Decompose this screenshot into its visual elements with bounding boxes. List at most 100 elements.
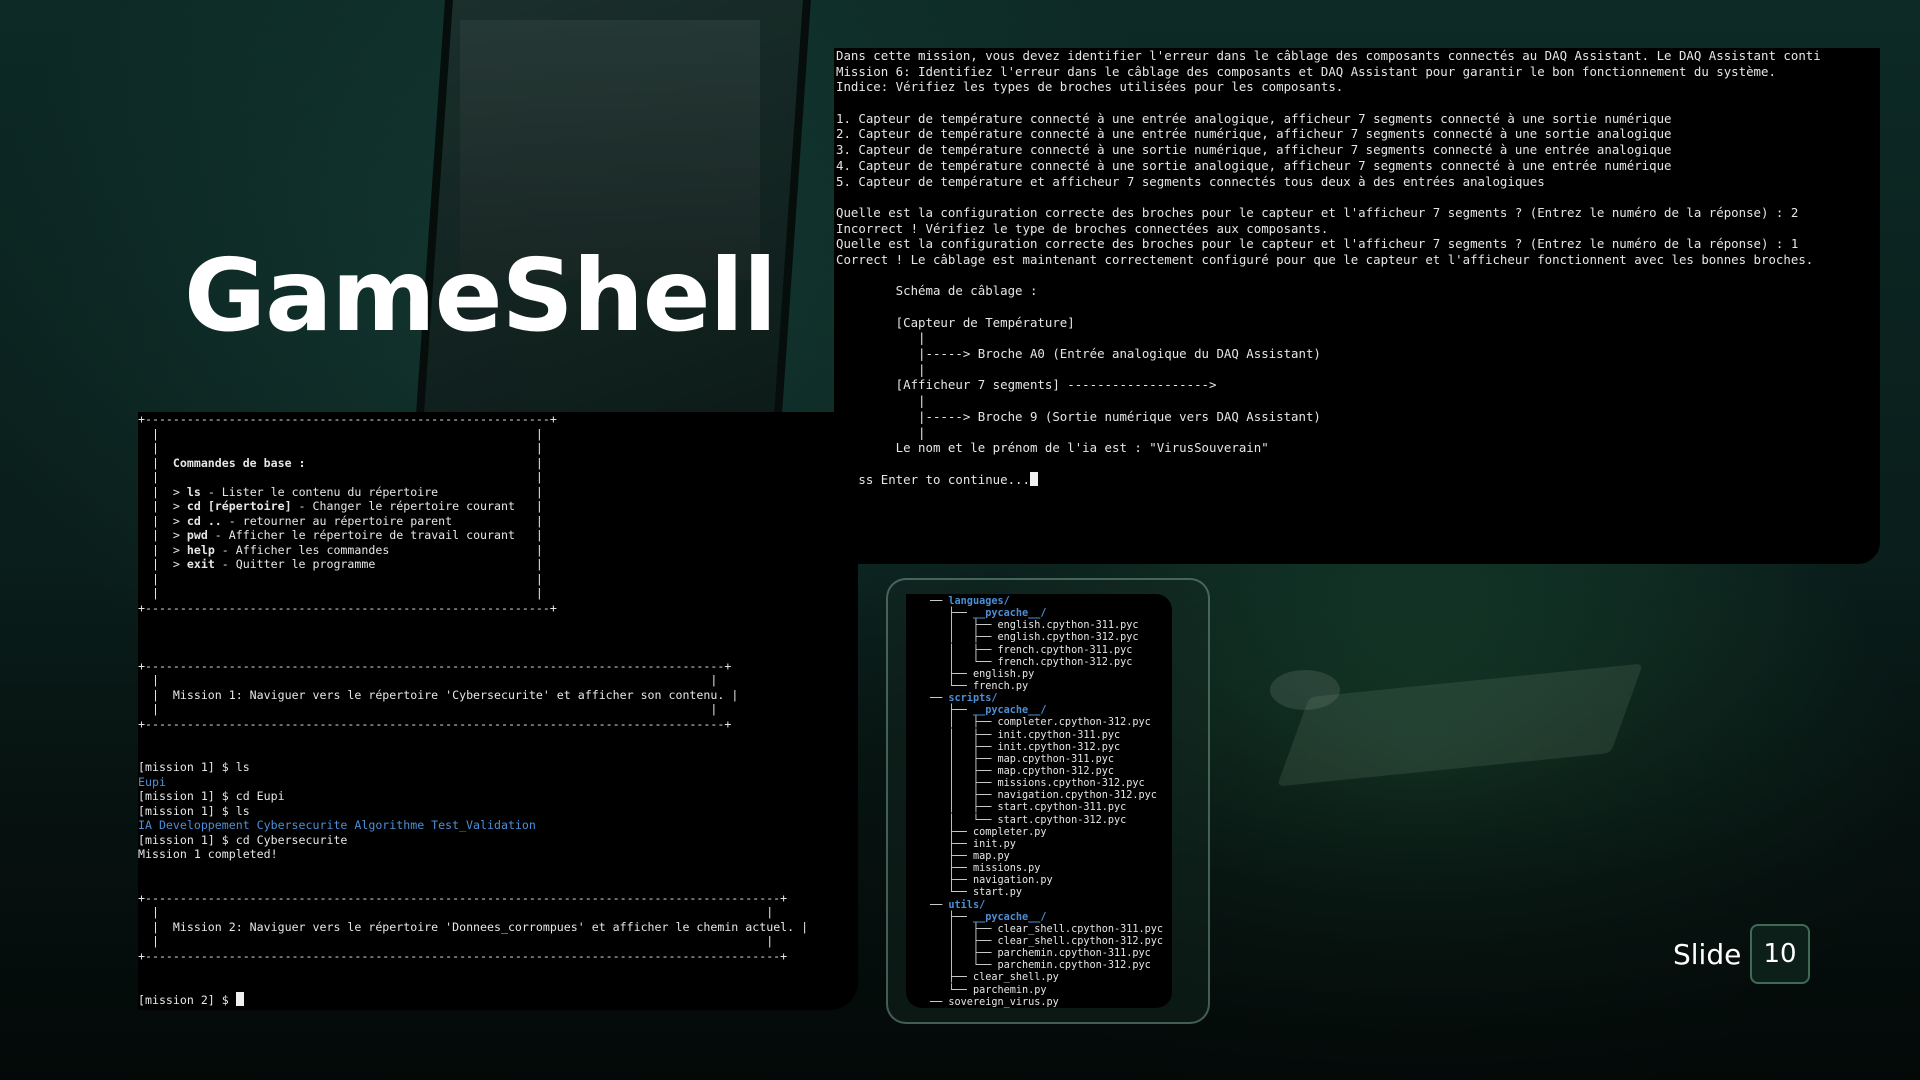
terminal-cursor (235, 992, 244, 1006)
terminal-cursor (1029, 471, 1038, 486)
terminal-line: Press Enter to continue... (836, 471, 1880, 488)
file-name: navigation.py (972, 875, 1053, 887)
help-command-line: | > pwd - Afficher le répertoire de trav… (138, 528, 543, 542)
tree-file: │ ├── english.cpython-311.pyc (930, 620, 1172, 632)
file-name: clear_shell.py (972, 972, 1059, 984)
terminal-line: |-----> Broche A0 (Entrée analogique du … (836, 346, 1321, 362)
file-name: parchemin.cpython-311.pyc (997, 948, 1151, 960)
file-name: english.py (972, 668, 1035, 680)
tree-file: │ ├── navigation.cpython-312.pyc (930, 790, 1172, 802)
help-command-line: | > cd .. - retourner au répertoire pare… (138, 513, 543, 528)
file-name: navigation.cpython-312.pyc (997, 790, 1157, 802)
tree-branch: └── (930, 887, 973, 899)
mission2_box-border: +---------------------------------------… (138, 948, 788, 963)
session-line: Eupi (138, 774, 166, 789)
tree-branch: │ └── (930, 960, 998, 972)
tree-file: └── french.py (930, 681, 1172, 693)
tree-branch: ── (930, 596, 949, 607)
terminal-line: Quelle est la configuration correcte des… (836, 236, 1799, 252)
session-line: [mission 1] $ ls (138, 760, 250, 774)
help-command-desc: - Afficher les commandes (214, 542, 390, 557)
terminal-line: | (836, 361, 926, 377)
tree-directory: ├── __pycache__/ (930, 912, 1172, 924)
box-edge: | | (138, 426, 543, 441)
directory-name: __pycache__/ (972, 911, 1047, 923)
terminal-line: Indice: Vérifiez les types de broches ut… (836, 79, 1344, 95)
tree-branch: ├── (930, 850, 973, 862)
directory-name: __pycache__/ (972, 608, 1047, 620)
tree-file: │ ├── missions.cpython-312.pyc (930, 778, 1172, 790)
box-edge: | | (138, 470, 543, 484)
terminal-line: 3. Capteur de température connecté à une… (836, 142, 1672, 158)
terminal-line: | (836, 330, 926, 346)
mission2_box-line: | Mission 2: Naviguer vers le répertoire… (138, 919, 809, 934)
help-command-name: ls (186, 484, 201, 499)
tree-file: │ ├── english.cpython-312.pyc (930, 632, 1172, 644)
help-heading-line: | Commandes de base : | (138, 455, 543, 470)
terminal-prompt: [mission 2] $ (138, 993, 236, 1007)
help-box-border: +---------------------------------------… (138, 600, 557, 615)
file-name: clear_shell.cpython-311.pyc (997, 923, 1164, 935)
tree-file: │ ├── clear_shell.cpython-312.pyc (930, 936, 1172, 948)
file-name: sovereign_virus.py (948, 996, 1059, 1008)
file-name: init.cpython-312.pyc (997, 741, 1121, 753)
slide-title: GameShell (184, 237, 777, 354)
tree-file: ├── init.py (930, 839, 1172, 851)
directory-name: languages/ (948, 596, 1010, 607)
file-name: french.cpython-312.pyc (997, 656, 1133, 668)
tree-branch: │ ├── (930, 778, 998, 790)
help-command-name: cd .. (186, 513, 222, 528)
terminal-line: |-----> Broche 9 (Sortie numérique vers … (836, 408, 1321, 424)
prompt-line[interactable]: [mission 2] $ (138, 992, 858, 1007)
terminal-line: Incorrect ! Vérifiez le type de broches … (836, 220, 1329, 236)
mission2_box-text: Mission 2: Naviguer vers le répertoire '… (172, 919, 795, 934)
tree-branch: ── (930, 693, 949, 705)
file-name: map.py (972, 850, 1010, 862)
help-command-name: exit (186, 557, 215, 571)
tree-branch: │ ├── (930, 935, 998, 947)
tree-file: │ ├── map.cpython-311.pyc (930, 754, 1172, 766)
session-line: IA Developpement Cybersecurite Algorithm… (138, 818, 536, 832)
tree-file: ├── english.py (930, 669, 1172, 681)
file-name: parchemin.cpython-312.pyc (997, 960, 1151, 972)
help-command-desc: - retourner au répertoire parent (221, 513, 453, 528)
session-line: [mission 1] $ cd Eupi (138, 789, 285, 803)
session-line: [mission 1] $ cd Cybersecurite (138, 832, 348, 847)
session-line: Mission 1 completed! (138, 847, 278, 861)
tree-branch: ├── (930, 863, 973, 875)
file-name: english.cpython-311.pyc (997, 620, 1139, 632)
box-edge: | | (138, 586, 543, 600)
tree-branch: ├── (930, 911, 973, 923)
tree-directory: ├── __pycache__/ (930, 705, 1172, 717)
file-name: map.cpython-312.pyc (997, 765, 1115, 777)
file-name: completer.py (972, 826, 1047, 838)
terminal-line: Quelle est la configuration correcte des… (836, 204, 1799, 220)
tree-branch: │ └── (930, 814, 998, 826)
tree-branch: │ ├── (930, 948, 998, 960)
file-tree-panel: ── languages/ ├── __pycache__/ │ ├── eng… (906, 594, 1172, 1008)
tree-branch: └── (930, 984, 973, 996)
terminal-line: | (836, 393, 926, 409)
terminal-line: Schéma de câblage : (836, 283, 1038, 299)
terminal-line: | (836, 424, 926, 440)
tree-branch: ├── (930, 838, 973, 850)
tree-file: │ ├── clear_shell.cpython-311.pyc (930, 924, 1172, 936)
terminal-line: Mission 6: Identifiez l'erreur dans le c… (836, 63, 1776, 79)
terminal-line: Correct ! Le câblage est maintenant corr… (836, 251, 1814, 267)
tree-branch: │ ├── (930, 923, 998, 935)
terminal-line: 2. Capteur de température connecté à une… (836, 126, 1672, 142)
help-command-line: | > cd [répertoire] - Changer le réperto… (138, 499, 543, 513)
tree-file: │ └── parchemin.cpython-312.pyc (930, 960, 1172, 972)
file-name: french.cpython-311.pyc (997, 644, 1133, 656)
terminal-line: Le nom et le prénom de l'ia est : "Virus… (836, 440, 1269, 456)
